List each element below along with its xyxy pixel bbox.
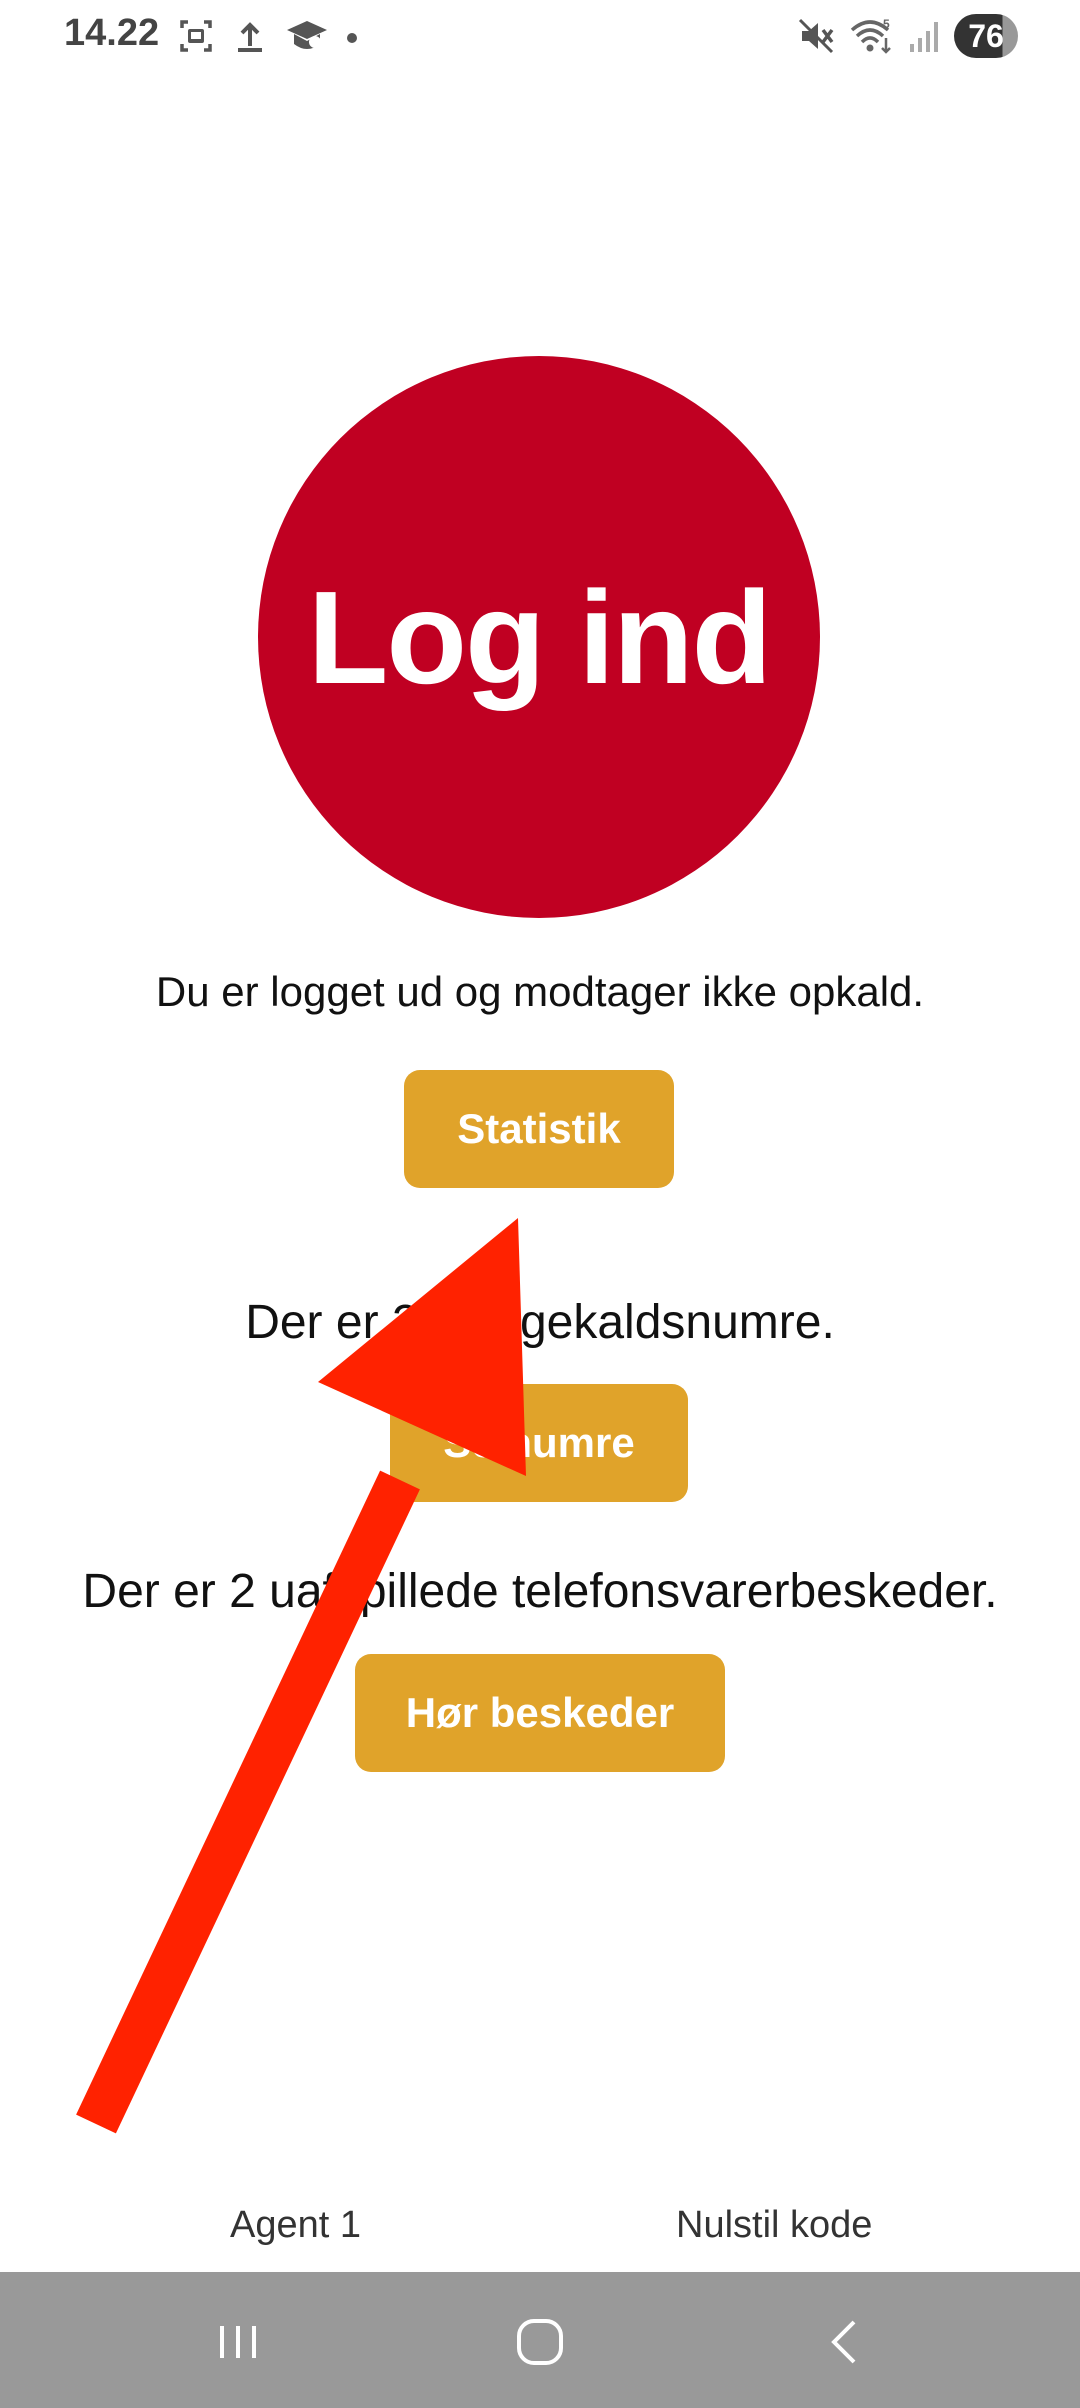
status-time: 14.22 (64, 12, 160, 54)
status-bar: 14.22 5 76 (0, 0, 1080, 72)
see-numbers-button-label: Se numre (443, 1419, 635, 1466)
statistics-button[interactable]: Statistik (404, 1070, 674, 1188)
graduation-cap-icon (284, 16, 330, 56)
listen-messages-button[interactable]: Hør beskeder (355, 1654, 725, 1772)
dot-icon (344, 16, 360, 56)
see-numbers-button[interactable]: Se numre (390, 1384, 688, 1502)
wifi-icon: 5 (848, 16, 896, 56)
login-button-label: Log ind (307, 563, 773, 711)
status-icons-left (176, 14, 360, 58)
login-button[interactable]: Log ind (258, 356, 820, 918)
svg-text:5: 5 (883, 17, 890, 31)
upload-icon (230, 16, 270, 56)
callback-numbers-message: Der er 2 tilbagekaldsnumre. (245, 1296, 835, 1349)
battery-indicator: 76 (954, 14, 1018, 58)
reset-code-link[interactable]: Nulstil kode (676, 2204, 872, 2247)
agent-link[interactable]: Agent 1 (230, 2204, 361, 2247)
navigation-bar (0, 2272, 1080, 2408)
back-icon[interactable] (804, 2302, 884, 2382)
signal-icon (908, 16, 942, 56)
logout-status-message: Du er logget ud og modtager ikke opkald. (155, 968, 925, 1015)
screenshot-icon (176, 16, 216, 56)
recent-apps-icon[interactable] (198, 2302, 278, 2382)
mute-icon (796, 16, 836, 56)
voicemail-message: Der er 2 uafspillede telefonsvarerbesked… (82, 1565, 998, 1618)
statistics-button-label: Statistik (457, 1105, 621, 1152)
home-icon[interactable] (500, 2302, 580, 2382)
status-icons-right: 5 76 (796, 12, 1018, 60)
listen-messages-button-label: Hør beskeder (405, 1689, 675, 1736)
